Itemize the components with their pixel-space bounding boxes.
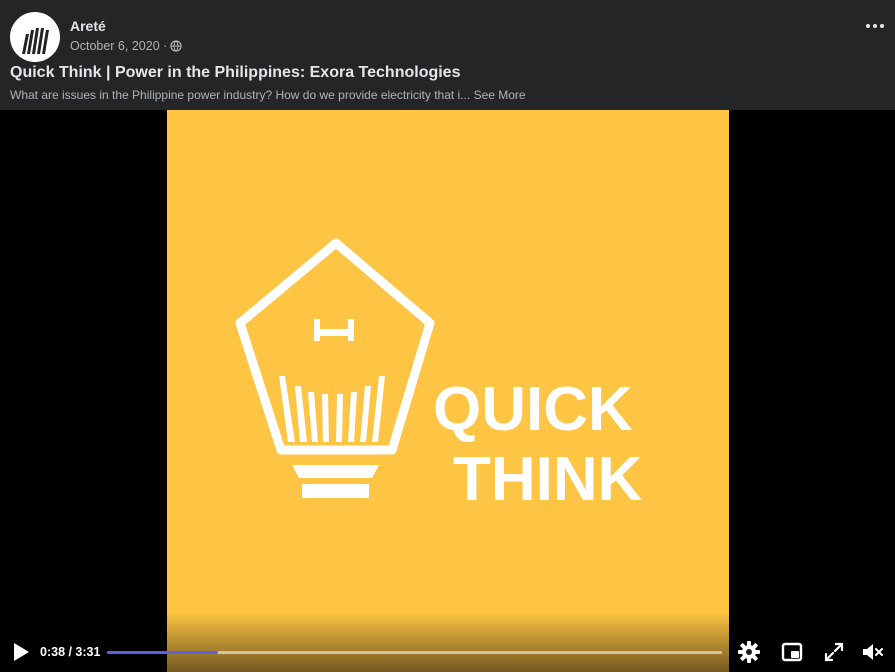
arete-logo-icon — [22, 28, 49, 54]
post-date[interactable]: October 6, 2020 · — [70, 39, 167, 53]
picture-in-picture-icon[interactable] — [780, 640, 804, 664]
post-meta: October 6, 2020 · — [70, 39, 182, 53]
fullscreen-icon[interactable] — [822, 640, 846, 664]
settings-icon[interactable] — [737, 640, 761, 664]
frame-text-quick: QUICK — [433, 375, 633, 444]
play-icon[interactable] — [12, 642, 30, 662]
post-description: What are issues in the Philippine power … — [10, 88, 526, 102]
globe-icon — [170, 40, 182, 52]
quick-think-logo: QUICK THINK — [235, 238, 643, 514]
post-header: Areté October 6, 2020 · Quick Think | Po… — [0, 0, 895, 110]
frame-text-think: THINK — [453, 445, 643, 514]
description-text: What are issues in the Philippine power … — [10, 88, 471, 102]
time-display: 0:38 / 3:31 — [40, 645, 101, 659]
mute-icon[interactable] — [861, 640, 885, 664]
progress-bar[interactable] — [107, 651, 722, 654]
author-name[interactable]: Areté — [70, 18, 106, 34]
dot — [866, 24, 870, 28]
more-options-button[interactable] — [863, 14, 887, 38]
video-player[interactable]: QUICK THINK 0:38 / 3:31 — [0, 110, 895, 672]
progress-fill — [107, 651, 218, 654]
dot — [873, 24, 877, 28]
video-controls: 0:38 / 3:31 — [0, 636, 895, 672]
video-frame[interactable]: QUICK THINK — [167, 110, 729, 672]
see-more-link[interactable]: See More — [474, 88, 526, 102]
post-title[interactable]: Quick Think | Power in the Philippines: … — [10, 64, 460, 82]
lightbulb-icon — [235, 238, 435, 455]
dot — [880, 24, 884, 28]
avatar[interactable] — [10, 12, 60, 62]
